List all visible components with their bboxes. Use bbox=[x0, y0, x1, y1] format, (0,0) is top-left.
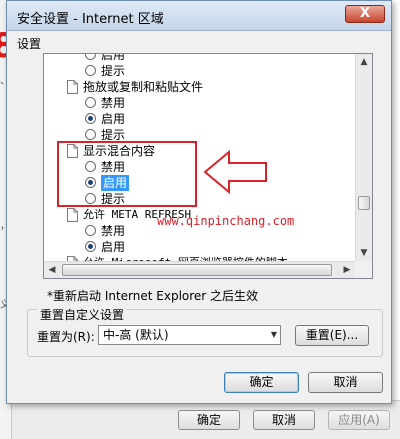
vertical-scroll-thumb[interactable] bbox=[358, 196, 370, 210]
reset-button[interactable]: 重置(E)... bbox=[295, 325, 369, 346]
setting-label: 拖放或复制和粘贴文件 bbox=[83, 80, 204, 94]
scroll-down-icon[interactable]: ▼ bbox=[356, 245, 372, 261]
radio-checked-icon[interactable] bbox=[85, 241, 96, 252]
dropdown-arrow-icon[interactable]: ▼ bbox=[271, 326, 277, 344]
dialog-title: 安全设置 - Internet 区域 bbox=[17, 12, 164, 27]
reset-to-label: 重置为(R): bbox=[37, 330, 95, 344]
scroll-left-icon[interactable]: ◀ bbox=[44, 262, 60, 278]
option-label: 启用 bbox=[101, 53, 126, 62]
horizontal-scrollbar[interactable]: ◀ ▶ bbox=[44, 261, 355, 278]
option-label: 禁用 bbox=[101, 96, 126, 110]
cancel-button[interactable]: 取消 bbox=[308, 372, 383, 393]
document-icon bbox=[67, 80, 78, 94]
radio-unchecked-icon[interactable] bbox=[85, 54, 96, 60]
vertical-scrollbar[interactable]: ▲ ▼ bbox=[355, 54, 372, 261]
radio-unchecked-icon[interactable] bbox=[85, 225, 96, 236]
background-apply-button[interactable]: 应用(A) bbox=[328, 410, 390, 430]
background-ok-button[interactable]: 确定 bbox=[178, 410, 240, 430]
settings-label: 设置 bbox=[17, 37, 42, 51]
reset-group-title: 重置自定义设置 bbox=[37, 306, 128, 323]
annotation-arrow-icon bbox=[203, 149, 267, 195]
ok-button[interactable]: 确定 bbox=[224, 372, 299, 393]
scroll-up-icon[interactable]: ▲ bbox=[356, 54, 372, 70]
option-label: 提示 bbox=[101, 64, 126, 78]
watermark-text: www.qinpinchang.com bbox=[157, 214, 295, 228]
close-button[interactable]: X bbox=[345, 5, 385, 23]
radio-unchecked-icon[interactable] bbox=[85, 129, 96, 140]
background-cancel-button[interactable]: 取消 bbox=[253, 410, 315, 430]
radio-checked-icon[interactable] bbox=[85, 113, 96, 124]
document-icon bbox=[67, 208, 78, 222]
title-bar[interactable]: 安全设置 - Internet 区域 X bbox=[7, 1, 391, 31]
reset-level-select[interactable]: 中-高 (默认) ▼ bbox=[98, 325, 281, 345]
security-settings-dialog: 安全设置 - Internet 区域 X 设置 启用 提示 拖放或复制和粘贴文件 禁用… bbox=[6, 0, 392, 404]
annotation-highlight-box bbox=[57, 141, 197, 207]
scroll-corner bbox=[355, 261, 372, 278]
restart-note: *重新启动 Internet Explorer 之后生效 bbox=[47, 289, 259, 303]
horizontal-scroll-thumb[interactable] bbox=[62, 264, 332, 276]
radio-unchecked-icon[interactable] bbox=[85, 97, 96, 108]
option-label: 启用 bbox=[101, 240, 126, 254]
option-label: 启用 bbox=[101, 112, 126, 126]
reset-level-value: 中-高 (默认) bbox=[103, 328, 169, 342]
radio-unchecked-icon[interactable] bbox=[85, 65, 96, 76]
option-label: 禁用 bbox=[101, 224, 126, 238]
scroll-right-icon[interactable]: ▶ bbox=[339, 262, 355, 278]
